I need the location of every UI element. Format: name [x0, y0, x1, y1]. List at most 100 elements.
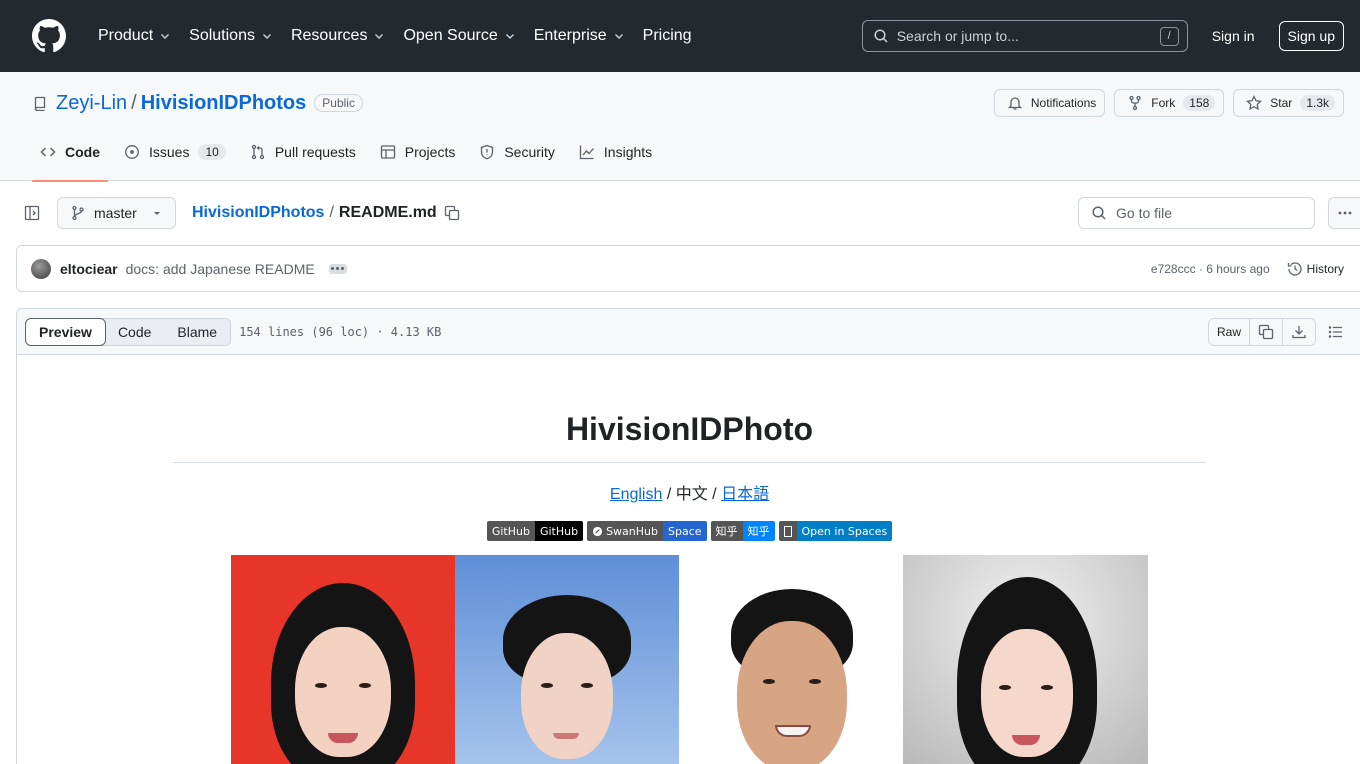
code-tab[interactable]: Code	[105, 319, 164, 345]
english-link[interactable]: English	[610, 486, 662, 503]
tab-label: Projects	[404, 143, 456, 160]
bell-icon	[1007, 97, 1022, 110]
demo-photo-red-background	[231, 555, 455, 764]
demo-photos	[231, 555, 1207, 764]
notifications-button[interactable]: Notifications	[993, 89, 1106, 117]
nav-resources[interactable]: Resources	[283, 27, 393, 45]
visibility-badge: Public	[314, 94, 363, 112]
japanese-link[interactable]: 日本語	[721, 486, 769, 503]
tab-code[interactable]: Code	[32, 134, 108, 182]
language-links: English / 中文 / 日本語	[173, 480, 1206, 504]
global-header: Product Solutions Resources Open Source …	[0, 0, 1360, 72]
tab-projects[interactable]: Projects	[372, 134, 464, 181]
tab-pull-requests[interactable]: Pull requests	[242, 134, 364, 181]
repo-name-link[interactable]: HivisionIDPhotos	[141, 92, 307, 115]
badge-left	[778, 521, 797, 541]
repo-actions: Notifications Fork 158 Star 1.3k	[993, 89, 1344, 117]
tab-label: Insights	[603, 143, 653, 160]
repo-tabs: Code Issues 10 Pull requests Projects Se…	[32, 134, 1344, 182]
github-logo-icon[interactable]	[32, 19, 66, 53]
repo-owner-link[interactable]: Zeyi-Lin	[56, 92, 127, 115]
nav-label: Solutions	[189, 27, 255, 44]
code-icon	[40, 146, 56, 157]
commit-hash-time[interactable]: e728ccc · 6 hours ago	[1151, 262, 1270, 276]
chevron-down-icon	[375, 34, 384, 39]
history-link[interactable]: History	[1287, 261, 1344, 277]
fork-button[interactable]: Fork 158	[1114, 89, 1225, 117]
chevron-down-icon	[262, 34, 271, 39]
tab-label: Issues	[149, 143, 190, 160]
notifications-label: Notifications	[1030, 96, 1097, 110]
nav-pricing[interactable]: Pricing	[635, 27, 700, 45]
fork-count: 158	[1183, 95, 1216, 111]
sign-up-button[interactable]: Sign up	[1278, 21, 1344, 51]
demo-photo-white-background	[679, 555, 903, 764]
demo-photo-blue-background	[455, 555, 679, 764]
nav-open-source[interactable]: Open Source	[395, 27, 523, 45]
branch-selector[interactable]: master	[57, 197, 176, 229]
star-label: Star	[1270, 96, 1293, 110]
hugging-face-icon	[783, 525, 792, 537]
file-viewer: Preview Code Blame 154 lines (96 loc) · …	[16, 308, 1360, 764]
tab-insights[interactable]: Insights	[571, 134, 660, 181]
outline-list-icon[interactable]	[1328, 324, 1344, 340]
github-badge[interactable]: GitHub GitHub	[486, 521, 584, 541]
chinese-label: 中文	[675, 486, 708, 503]
repo-title-row: Zeyi-Lin / HivisionIDPhotos Public Notif…	[32, 72, 1344, 134]
repo-icon	[34, 96, 46, 111]
tab-security[interactable]: Security	[471, 134, 563, 181]
star-count: 1.3k	[1300, 95, 1335, 111]
go-to-file-input[interactable]: Go to file	[1078, 197, 1315, 229]
nav-product[interactable]: Product	[90, 27, 179, 45]
star-button[interactable]: Star 1.3k	[1233, 89, 1344, 117]
sign-in-link[interactable]: Sign in	[1212, 28, 1255, 44]
fork-icon	[1129, 95, 1141, 111]
lang-separator: /	[662, 486, 676, 503]
file-viewer-toolbar: Preview Code Blame 154 lines (96 loc) · …	[17, 309, 1360, 355]
history-label: History	[1306, 261, 1344, 276]
repo-separator: /	[131, 91, 137, 114]
nav-enterprise[interactable]: Enterprise	[526, 27, 633, 45]
nav-label: Pricing	[642, 27, 692, 44]
copy-raw-button[interactable]	[1250, 318, 1283, 345]
search-shortcut-key: /	[1159, 26, 1179, 46]
avatar[interactable]	[31, 258, 51, 279]
zhihu-badge[interactable]: 知乎 知乎	[710, 521, 775, 541]
search-placeholder: Search or jump to...	[896, 28, 1019, 44]
view-mode-switch: Preview Code Blame	[25, 317, 232, 346]
nav-solutions[interactable]: Solutions	[181, 27, 281, 45]
swanhub-badge[interactable]: SwanHub Space	[587, 521, 707, 541]
breadcrumb-separator: /	[329, 204, 334, 221]
more-options-button[interactable]	[1328, 197, 1360, 229]
nav-label: Resources	[290, 27, 368, 44]
commit-expand-button[interactable]	[328, 263, 347, 274]
kebab-horizontal-icon	[1338, 211, 1351, 215]
commit-message[interactable]: docs: add Japanese README	[126, 261, 315, 277]
breadcrumb-repo-link[interactable]: HivisionIDPhotos	[192, 204, 324, 222]
breadcrumb: HivisionIDPhotos / README.md	[192, 204, 460, 222]
download-button[interactable]	[1283, 319, 1315, 345]
badge-right: Space	[662, 521, 707, 541]
global-search[interactable]: Search or jump to... /	[861, 20, 1188, 52]
commit-author[interactable]: eltociear	[60, 261, 118, 277]
tab-issues[interactable]: Issues 10	[116, 134, 234, 181]
huggingface-spaces-badge[interactable]: Open in Spaces	[778, 521, 893, 541]
badge-left: GitHub	[486, 521, 535, 541]
pull-request-icon	[251, 144, 264, 159]
sidebar-expand-icon[interactable]	[24, 205, 40, 221]
raw-button[interactable]: Raw	[1209, 318, 1250, 345]
star-icon	[1246, 95, 1263, 111]
breadcrumb-filename: README.md	[338, 204, 437, 221]
issues-count: 10	[198, 143, 226, 160]
blame-tab[interactable]: Blame	[164, 319, 230, 345]
history-icon	[1287, 261, 1302, 276]
tab-label: Code	[65, 143, 100, 160]
chevron-down-icon	[505, 34, 514, 39]
file-stats: 154 lines (96 loc) · 4.13 KB	[239, 324, 442, 339]
caret-down-icon	[154, 212, 160, 215]
preview-tab[interactable]: Preview	[25, 317, 106, 346]
fork-label: Fork	[1151, 96, 1176, 110]
badge-left: SwanHub	[587, 521, 663, 541]
copy-icon[interactable]	[444, 205, 460, 221]
branch-name: master	[94, 205, 137, 221]
